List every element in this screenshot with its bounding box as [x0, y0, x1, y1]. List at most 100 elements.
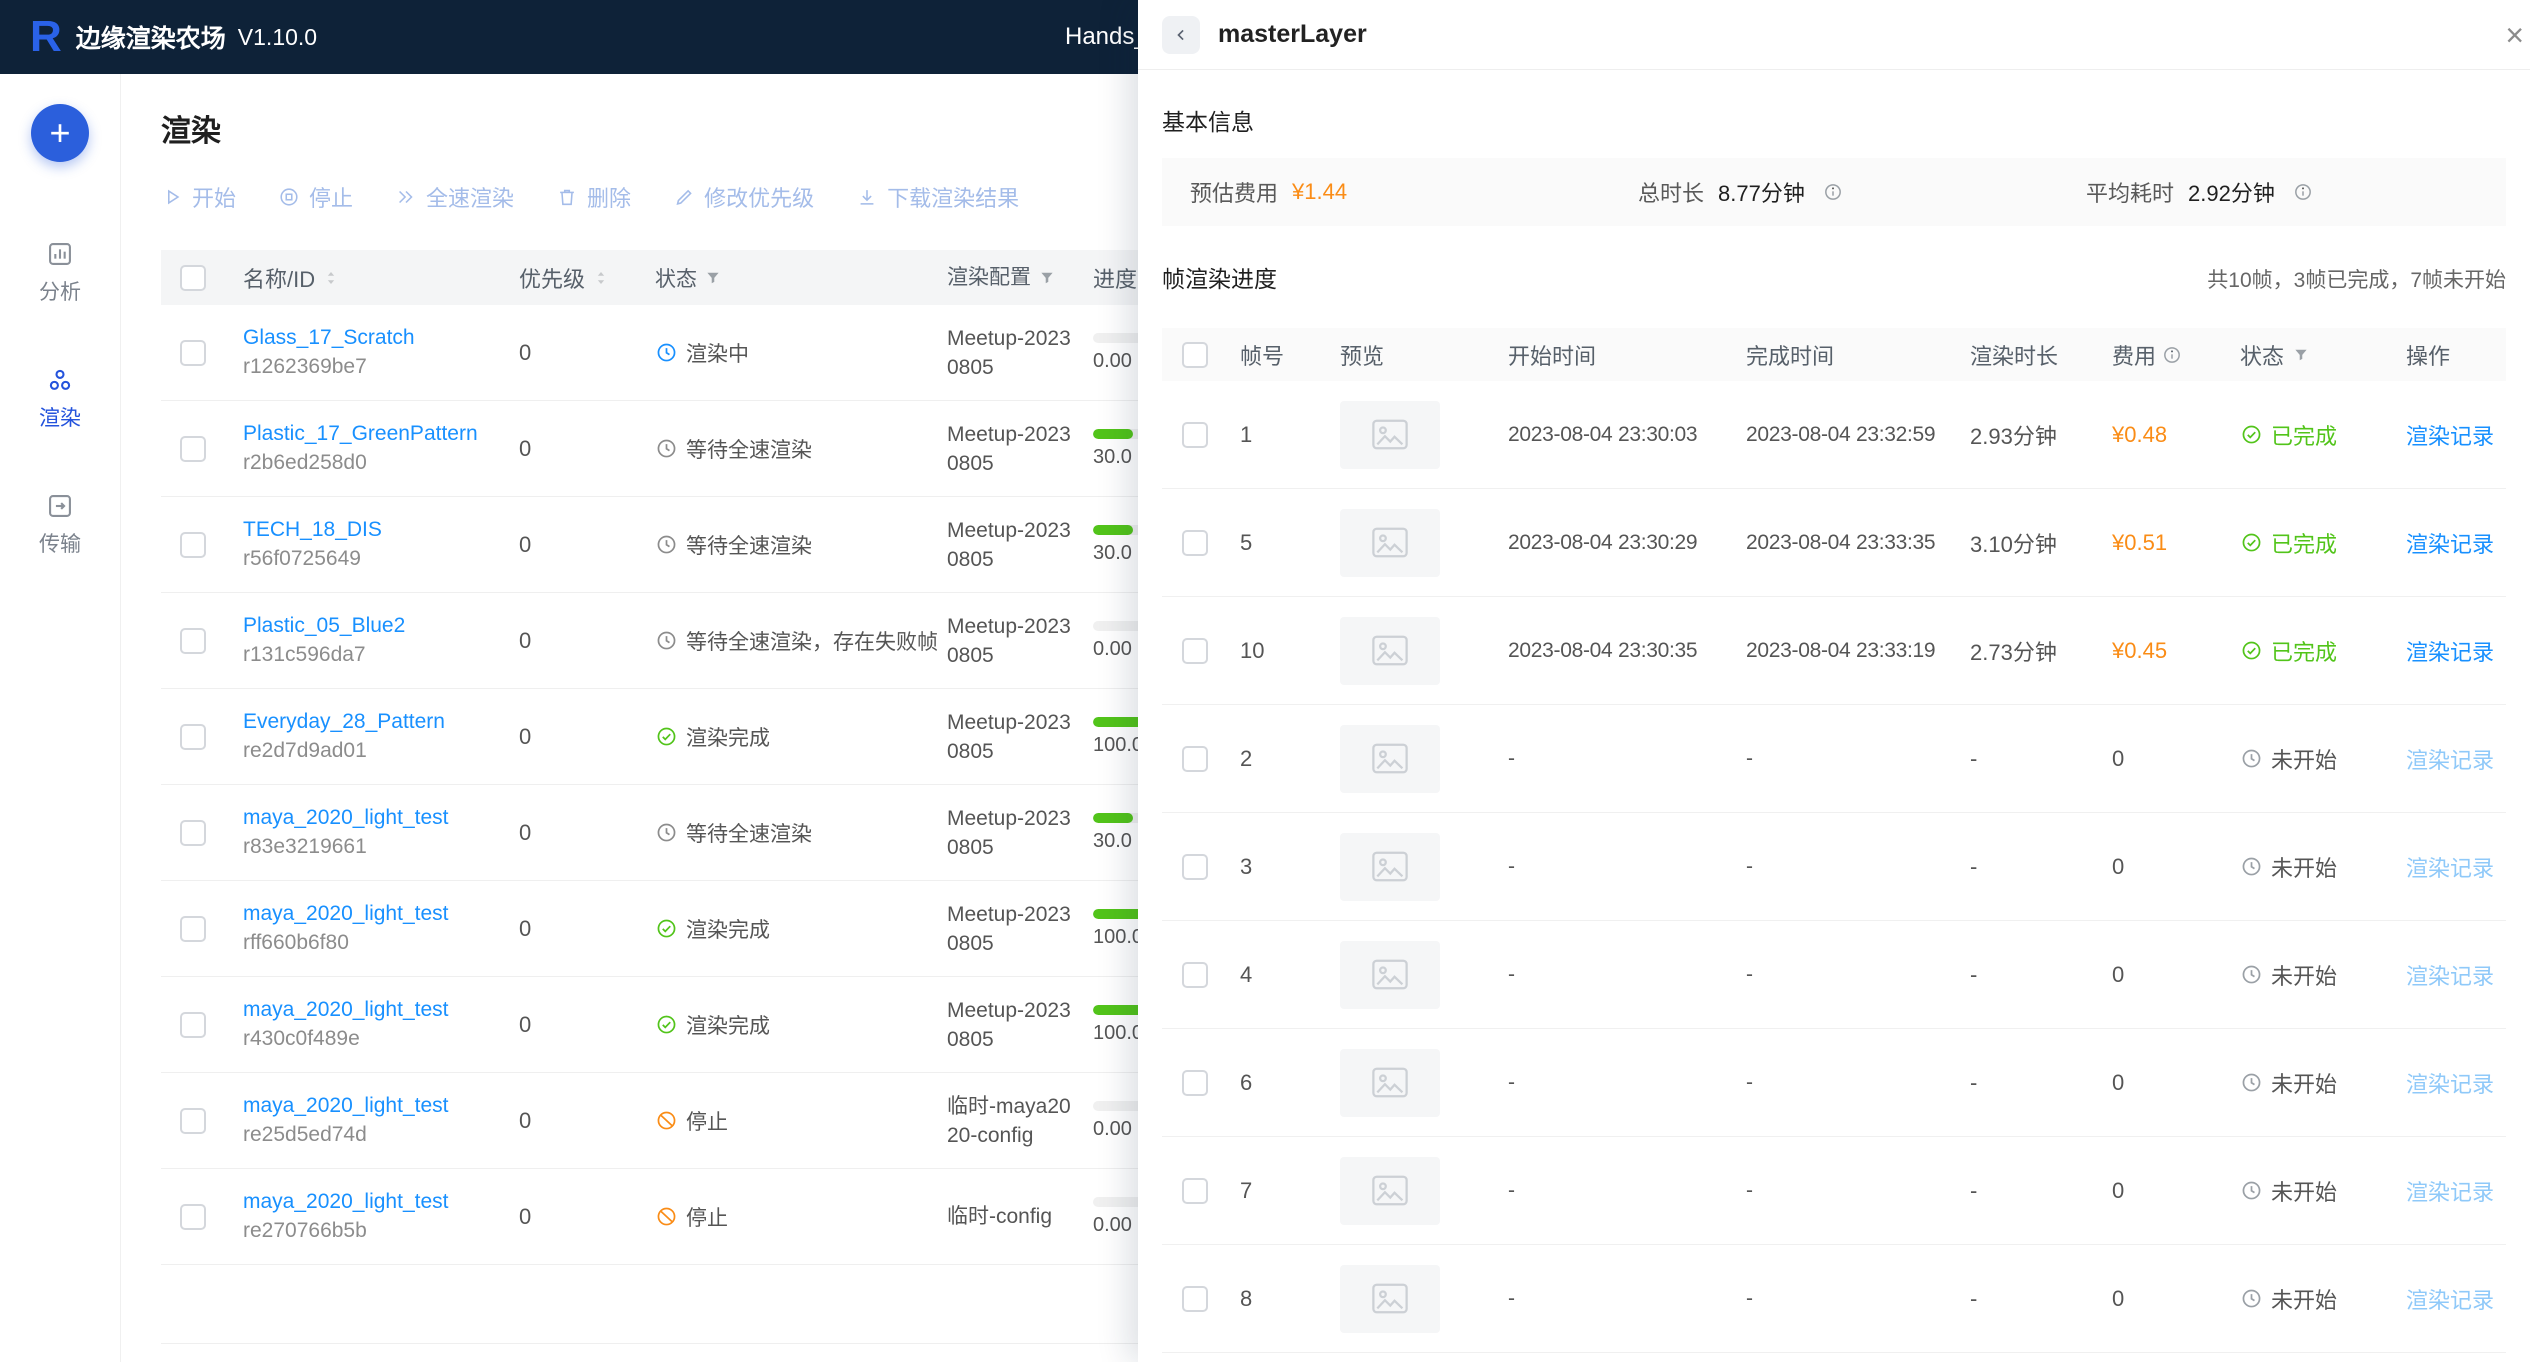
frame-checkbox[interactable]	[1182, 1178, 1208, 1204]
frame-checkbox[interactable]	[1182, 422, 1208, 448]
render-record-link[interactable]: 渲染记录	[2406, 532, 2494, 557]
row-checkbox[interactable]	[180, 436, 206, 462]
column-header: 帧号	[1228, 339, 1328, 371]
row-checkbox[interactable]	[180, 1204, 206, 1230]
app-title: 边缘渲染农场	[76, 19, 226, 55]
row-checkbox[interactable]	[180, 628, 206, 654]
sort-icon[interactable]	[592, 268, 610, 288]
task-name-link[interactable]: Plastic_17_GreenPattern	[243, 422, 478, 446]
task-name-link[interactable]: maya_2020_light_test	[243, 902, 448, 926]
delete-button[interactable]: 删除	[556, 181, 631, 213]
render-record-link[interactable]: 渲染记录	[2406, 856, 2494, 881]
row-checkbox[interactable]	[180, 340, 206, 366]
end-time: -	[1734, 1071, 1958, 1095]
column-header: 渲染时长	[1958, 339, 2100, 371]
start-time: 2023-08-04 23:30:35	[1496, 639, 1734, 663]
render-record-link[interactable]: 渲染记录	[2406, 748, 2494, 773]
frame-preview-thumbnail[interactable]	[1340, 1049, 1440, 1117]
column-header: 状态	[2240, 339, 2284, 371]
frame-progress-summary: 共10帧，3帧已完成，7帧未开始	[2207, 264, 2506, 294]
add-job-button[interactable]: +	[31, 104, 89, 162]
task-name-link[interactable]: maya_2020_light_test	[243, 1094, 448, 1118]
frame-checkbox[interactable]	[1182, 1070, 1208, 1096]
row-checkbox[interactable]	[180, 724, 206, 750]
job-detail-drawer: masterLayer × 基本信息 预估费用 ¥1.44 总时长 8.77分钟…	[1138, 0, 2530, 1362]
stop-icon	[278, 186, 300, 208]
progress-value: 0.00	[1093, 638, 1132, 661]
render-record-link[interactable]: 渲染记录	[2406, 1072, 2494, 1097]
task-name-link[interactable]: Plastic_05_Blue2	[243, 614, 405, 638]
render-record-link[interactable]: 渲染记录	[2406, 424, 2494, 449]
info-icon[interactable]	[2162, 345, 2182, 365]
edit-icon	[673, 186, 695, 208]
start-button[interactable]: 开始	[161, 181, 236, 213]
render-record-link[interactable]: 渲染记录	[2406, 1180, 2494, 1205]
sidebar-item-analysis[interactable]: 分析	[39, 240, 81, 306]
row-checkbox[interactable]	[180, 1108, 206, 1134]
frame-cost: 0	[2112, 1286, 2124, 1312]
task-name-link[interactable]: maya_2020_light_test	[243, 806, 448, 830]
filter-icon[interactable]	[1038, 269, 1056, 287]
row-checkbox[interactable]	[180, 820, 206, 846]
render-config: Meetup-20230805	[929, 708, 1085, 766]
filter-icon[interactable]	[704, 269, 722, 287]
frame-checkbox[interactable]	[1182, 962, 1208, 988]
priority-value: 0	[501, 340, 637, 366]
row-checkbox[interactable]	[180, 916, 206, 942]
select-all-frames-checkbox[interactable]	[1182, 342, 1208, 368]
task-name-link[interactable]: Everyday_28_Pattern	[243, 710, 445, 734]
modify-priority-button[interactable]: 修改优先级	[673, 181, 814, 213]
render-config: Meetup-20230805	[929, 996, 1085, 1054]
frame-cost: ¥0.48	[2112, 422, 2167, 448]
end-time: -	[1734, 855, 1958, 879]
frame-preview-thumbnail[interactable]	[1340, 617, 1440, 685]
frame-preview-thumbnail[interactable]	[1340, 509, 1440, 577]
status-icon	[655, 1013, 678, 1036]
start-time: -	[1496, 1287, 1734, 1311]
status-icon	[655, 1109, 678, 1132]
sidebar-item-render[interactable]: 渲染	[39, 366, 81, 432]
frame-preview-thumbnail[interactable]	[1340, 833, 1440, 901]
frame-checkbox[interactable]	[1182, 854, 1208, 880]
render-record-link[interactable]: 渲染记录	[2406, 1288, 2494, 1313]
download-results-button[interactable]: 下载渲染结果	[856, 181, 1019, 213]
row-checkbox[interactable]	[180, 1012, 206, 1038]
frame-checkbox[interactable]	[1182, 638, 1208, 664]
frame-checkbox[interactable]	[1182, 530, 1208, 556]
sort-icon[interactable]	[322, 268, 340, 288]
frame-cost: ¥0.51	[2112, 530, 2167, 556]
sidebar-item-transfer[interactable]: 传输	[39, 492, 81, 558]
task-name-link[interactable]: TECH_18_DIS	[243, 518, 382, 542]
task-name-link[interactable]: maya_2020_light_test	[243, 998, 448, 1022]
status-icon	[2240, 531, 2263, 554]
filter-icon[interactable]	[2292, 346, 2310, 364]
close-icon[interactable]: ×	[2505, 19, 2524, 51]
full-speed-render-button[interactable]: 全速渲染	[395, 181, 514, 213]
status-icon	[2240, 1179, 2263, 1202]
select-all-checkbox[interactable]	[180, 265, 206, 291]
frame-preview-thumbnail[interactable]	[1340, 1157, 1440, 1225]
frame-preview-thumbnail[interactable]	[1340, 401, 1440, 469]
task-name-link[interactable]: maya_2020_light_test	[243, 1190, 448, 1214]
status-icon	[655, 533, 678, 556]
frame-preview-thumbnail[interactable]	[1340, 941, 1440, 1009]
frame-checkbox[interactable]	[1182, 746, 1208, 772]
stop-button[interactable]: 停止	[278, 181, 353, 213]
task-name-link[interactable]: Glass_17_Scratch	[243, 326, 415, 350]
render-duration: -	[1958, 1070, 2100, 1096]
stat-estimated-cost: 预估费用 ¥1.44	[1162, 176, 1610, 208]
info-icon[interactable]	[2293, 182, 2313, 202]
frame-preview-thumbnail[interactable]	[1340, 1265, 1440, 1333]
back-button[interactable]	[1162, 16, 1200, 54]
frame-preview-thumbnail[interactable]	[1340, 725, 1440, 793]
render-record-link[interactable]: 渲染记录	[2406, 964, 2494, 989]
row-checkbox[interactable]	[180, 532, 206, 558]
frame-checkbox[interactable]	[1182, 1286, 1208, 1312]
stat-value: ¥1.44	[1292, 179, 1347, 205]
button-label: 下载渲染结果	[887, 181, 1019, 213]
frame-cost: 0	[2112, 1070, 2124, 1096]
status-text: 停止	[686, 1202, 728, 1232]
render-record-link[interactable]: 渲染记录	[2406, 640, 2494, 665]
frame-cost: 0	[2112, 854, 2124, 880]
info-icon[interactable]	[1823, 182, 1843, 202]
